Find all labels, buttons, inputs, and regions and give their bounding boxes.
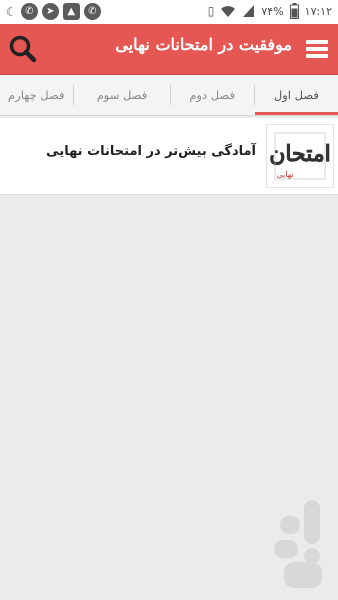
signal-icon [243,5,255,17]
tab-chapter-3[interactable]: فصل سوم [74,75,169,115]
thumbnail-text: امتحان [269,141,331,167]
moon-icon: ☾ [6,4,17,19]
status-left-icons: ☾ ✆ ➤ ▲ ✆ [6,3,101,20]
vibrate-icon: ▯ [207,4,215,18]
item-thumbnail: امتحان نهایی [266,124,334,188]
app-logo-watermark [274,500,322,588]
menu-icon-bar [306,54,328,58]
tab-chapter-1[interactable]: فصل اول [254,75,338,115]
app-title: موفقیت در امتحانات نهایی [115,35,292,54]
battery-icon [289,3,299,19]
menu-icon-bar [306,47,328,51]
menu-button[interactable] [306,40,328,58]
whatsapp-icon: ✆ [20,3,38,20]
tab-chapter-2[interactable]: فصل دوم [171,75,254,115]
menu-icon-bar [306,40,328,44]
tab-chapter-4[interactable]: فصل چهارم [0,75,73,115]
app-bar: موفقیت در امتحانات نهایی [0,24,338,75]
status-bar: ☾ ✆ ➤ ▲ ✆ ▯ ۷۴% ۱۷:۱۲ [0,0,338,24]
wifi-icon [221,6,236,17]
telegram-icon: ➤ [41,3,59,20]
chapter-tabs: فصل اول فصل دوم فصل سوم فصل چهارم [0,75,338,116]
search-button[interactable] [8,34,38,64]
thumbnail-logo: امتحان نهایی [269,132,331,180]
status-right-icons: ▯ ۷۴% ۱۷:۱۲ [208,3,332,19]
list-item[interactable]: امتحان نهایی آمادگی بیش‌تر در امتحانات ن… [0,118,338,195]
item-title: آمادگی بیش‌تر در امتحانات نهایی [46,144,256,159]
clock: ۱۷:۱۲ [304,4,332,18]
thumbnail-subtext: نهایی [276,170,293,179]
battery-text: ۷۴% [261,4,284,18]
search-icon [9,35,37,63]
phone-icon: ✆ [83,3,101,20]
image-icon: ▲ [62,3,80,20]
